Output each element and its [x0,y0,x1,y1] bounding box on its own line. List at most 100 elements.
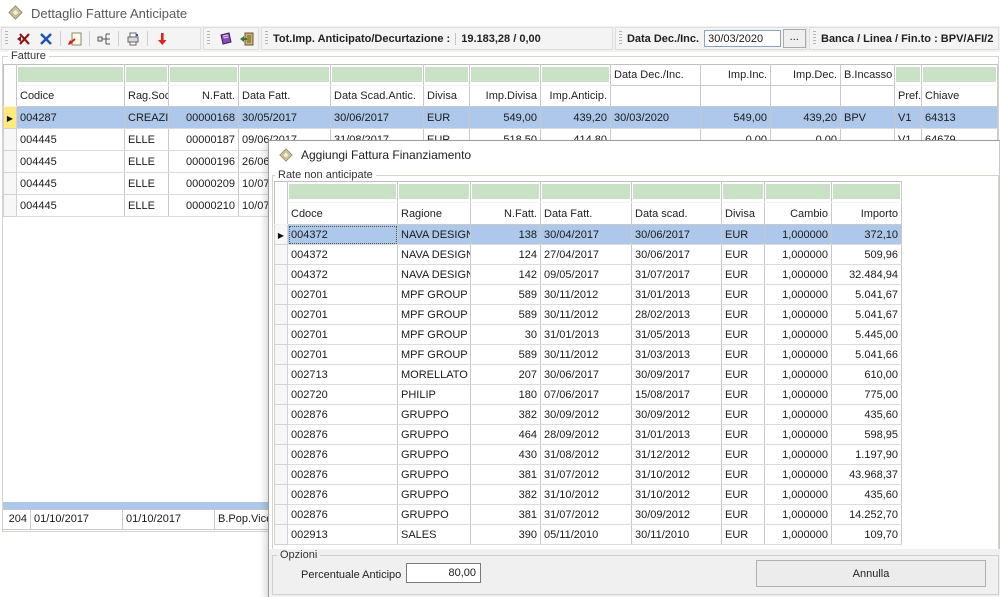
cell-ragione[interactable]: NAVA DESIGN [398,245,471,265]
cell-data-fatt[interactable]: 30/11/2012 [541,285,632,305]
cell-imp-divisa[interactable]: 549,00 [470,107,541,129]
cell-n-fatt[interactable]: 464 [471,425,541,445]
row-selector[interactable] [275,445,288,465]
cell-cdoce[interactable]: 002876 [288,425,398,445]
cell-divisa[interactable]: EUR [722,385,765,405]
cell-cdoce[interactable]: 002701 [288,345,398,365]
help-book-icon[interactable] [215,29,237,48]
row-selector[interactable] [275,325,288,345]
cell-cambio[interactable]: 1,000000 [765,325,832,345]
cell-importo[interactable]: 109,70 [832,525,902,545]
table-row[interactable]: 002913SALES39005/11/201030/11/2010EUR1,0… [275,525,902,545]
cell-importo[interactable]: 610,00 [832,365,902,385]
col-header-data-fatt[interactable]: Data Fatt. [541,203,632,225]
cell-codice[interactable]: 004445 [17,151,125,173]
col-header-b-incasso[interactable]: B.Incasso [841,65,895,86]
cell-data-scad[interactable]: 15/08/2017 [632,385,722,405]
print-icon[interactable] [122,29,144,48]
cell-divisa[interactable]: EUR [722,405,765,425]
cell-n-fatt[interactable]: 382 [471,405,541,425]
cell-data-fatt[interactable]: 31/08/2012 [541,445,632,465]
cell-ragione[interactable]: GRUPPO [398,425,471,445]
import-document-icon[interactable] [64,29,86,48]
cell-n-fatt[interactable]: 589 [471,345,541,365]
cell-data-fatt[interactable]: 31/10/2012 [541,485,632,505]
col-header-importo[interactable]: Importo [832,203,902,225]
cell-cdoce[interactable]: 002701 [288,285,398,305]
filter-cell-cambio[interactable] [765,182,832,203]
cell-cdoce[interactable]: 002876 [288,445,398,465]
cell-data-fatt[interactable]: 30/11/2012 [541,345,632,365]
table-row[interactable]: 002720PHILIP18007/06/201715/08/2017EUR1,… [275,385,902,405]
exit-door-icon[interactable] [236,29,258,48]
cell-n-fatt[interactable]: 381 [471,465,541,485]
table-row[interactable]: 002701MPF GROUP58930/11/201231/03/2013EU… [275,345,902,365]
cell-divisa[interactable]: EUR [722,485,765,505]
cell-ragione[interactable]: MPF GROUP [398,305,471,325]
cell-cdoce[interactable]: 004372 [288,225,398,245]
cell-divisa[interactable]: EUR [424,107,470,129]
cell-ragione[interactable]: GRUPPO [398,465,471,485]
cell-cambio[interactable]: 1,000000 [765,505,832,525]
cell-ragione[interactable]: PHILIP [398,385,471,405]
cell-imp-anticip[interactable]: 439,20 [541,107,611,129]
cell-data-scad[interactable]: 31/07/2017 [632,265,722,285]
row-selector[interactable] [4,173,17,195]
annulla-button[interactable]: Annulla [756,560,986,587]
row-selector[interactable] [275,525,288,545]
cell-cambio[interactable]: 1,000000 [765,525,832,545]
cell-importo[interactable]: 1.197,90 [832,445,902,465]
cell-cambio[interactable]: 1,000000 [765,265,832,285]
row-selector[interactable] [275,505,288,525]
bottom-cell-bank[interactable]: B.Pop.Vicenza c [215,510,268,529]
row-selector[interactable] [275,265,288,285]
bottom-cell-date2[interactable]: 01/10/2017 [123,510,215,529]
filter-cell-imp-divisa[interactable] [470,65,541,86]
row-selector[interactable]: ▶ [275,225,288,245]
cell-importo[interactable]: 32.484,94 [832,265,902,285]
cell-importo[interactable]: 435,60 [832,405,902,425]
cell-cambio[interactable]: 1,000000 [765,245,832,265]
cell-n-fatt[interactable]: 00000168 [169,107,239,129]
col-header-n-fatt[interactable]: N.Fatt. [169,86,239,107]
cell-data-fatt[interactable]: 05/11/2010 [541,525,632,545]
table-row[interactable]: 002701MPF GROUP3031/01/201331/05/2013EUR… [275,325,902,345]
filter-cell-importo[interactable] [832,182,902,203]
row-selector[interactable] [275,345,288,365]
row-selector[interactable] [275,485,288,505]
filter-cell-chiave[interactable] [922,65,998,86]
cell-data-scad[interactable]: 31/10/2012 [632,465,722,485]
cell-rag-soc[interactable]: ELLE [125,151,169,173]
cell-data-fatt[interactable]: 31/07/2012 [541,505,632,525]
row-selector[interactable] [275,465,288,485]
cell-cambio[interactable]: 1,000000 [765,285,832,305]
cell-importo[interactable]: 509,96 [832,245,902,265]
cell-cambio[interactable]: 1,000000 [765,305,832,325]
cell-data-scad[interactable]: 31/05/2013 [632,325,722,345]
col-header-imp-dec[interactable]: Imp.Dec. [771,65,841,86]
cell-importo[interactable]: 5.041,67 [832,305,902,325]
table-row[interactable]: 002876GRUPPO38131/07/201230/09/2012EUR1,… [275,505,902,525]
cell-n-fatt[interactable]: 00000210 [169,195,239,217]
cell-data-scad[interactable]: 30/11/2010 [632,525,722,545]
cell-n-fatt[interactable]: 00000187 [169,129,239,151]
cell-divisa[interactable]: EUR [722,225,765,245]
col-header-imp-divisa[interactable]: Imp.Divisa [470,86,541,107]
cell-n-fatt[interactable]: 382 [471,485,541,505]
cell-cambio[interactable]: 1,000000 [765,405,832,425]
cell-n-fatt[interactable]: 124 [471,245,541,265]
cell-data-fatt[interactable]: 30/11/2012 [541,305,632,325]
cell-codice[interactable]: 004287 [17,107,125,129]
cell-divisa[interactable]: EUR [722,365,765,385]
filter-cell-n-fatt[interactable] [471,182,541,203]
cell-cambio[interactable]: 1,000000 [765,485,832,505]
cell-ragione[interactable]: GRUPPO [398,445,471,465]
data-dec-input[interactable]: 30/03/2020 [704,30,780,47]
row-selector[interactable] [275,405,288,425]
col-header-imp-inc[interactable]: Imp.Inc. [701,65,771,86]
col-header-data-scad[interactable]: Data scad. [632,203,722,225]
cell-ragione[interactable]: NAVA DESIGN [398,225,471,245]
col-header-rag-soc[interactable]: Rag.Soc [125,86,169,107]
filter-cell-n-fatt[interactable] [169,65,239,86]
cell-cdoce[interactable]: 002876 [288,485,398,505]
